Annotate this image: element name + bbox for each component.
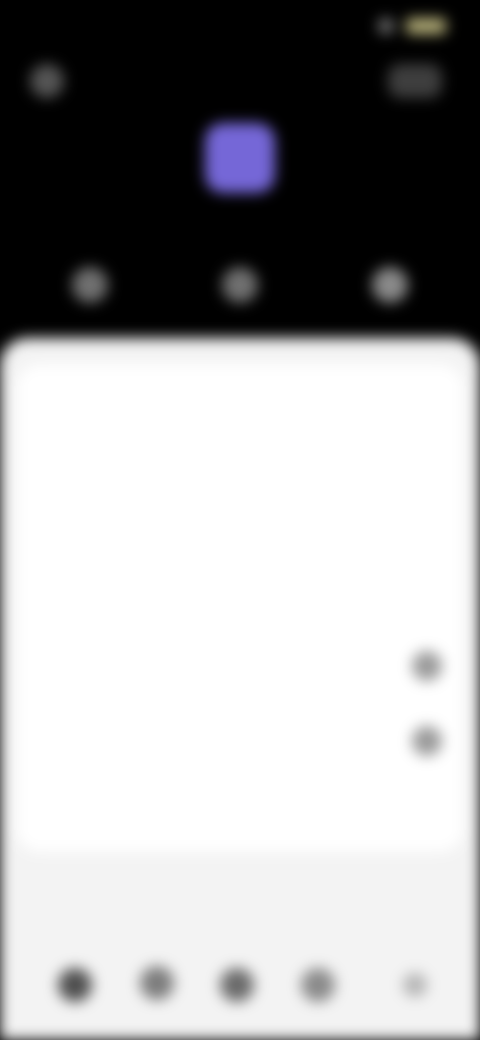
edit-icon[interactable] [222,267,258,303]
home-icon[interactable] [58,968,92,1002]
screen [0,0,480,1040]
quick-actions [0,253,480,313]
menu-icon[interactable] [388,64,442,98]
app-icon [205,123,275,193]
signal-icon [378,18,394,34]
blurred-screen [0,0,480,1040]
bottom-navigation [0,930,480,1040]
share-icon[interactable] [72,267,108,303]
profile-icon[interactable] [301,968,335,1002]
toggle-icon[interactable] [412,726,442,756]
battery-icon [406,18,446,34]
toggle-icon[interactable] [412,651,442,681]
back-icon[interactable] [30,64,64,98]
settings-icon[interactable] [372,267,408,303]
list-item[interactable] [30,708,450,772]
list-item[interactable] [30,400,450,464]
bottom-sheet [0,338,480,1040]
search-icon[interactable] [140,966,174,1000]
status-indicators [378,18,446,34]
list-item[interactable] [30,558,450,622]
apps-icon[interactable] [220,968,254,1002]
list-item[interactable] [30,490,450,554]
more-icon[interactable] [403,973,427,997]
list-item[interactable] [30,784,450,848]
status-bar [0,0,480,60]
list-item[interactable] [30,633,450,697]
